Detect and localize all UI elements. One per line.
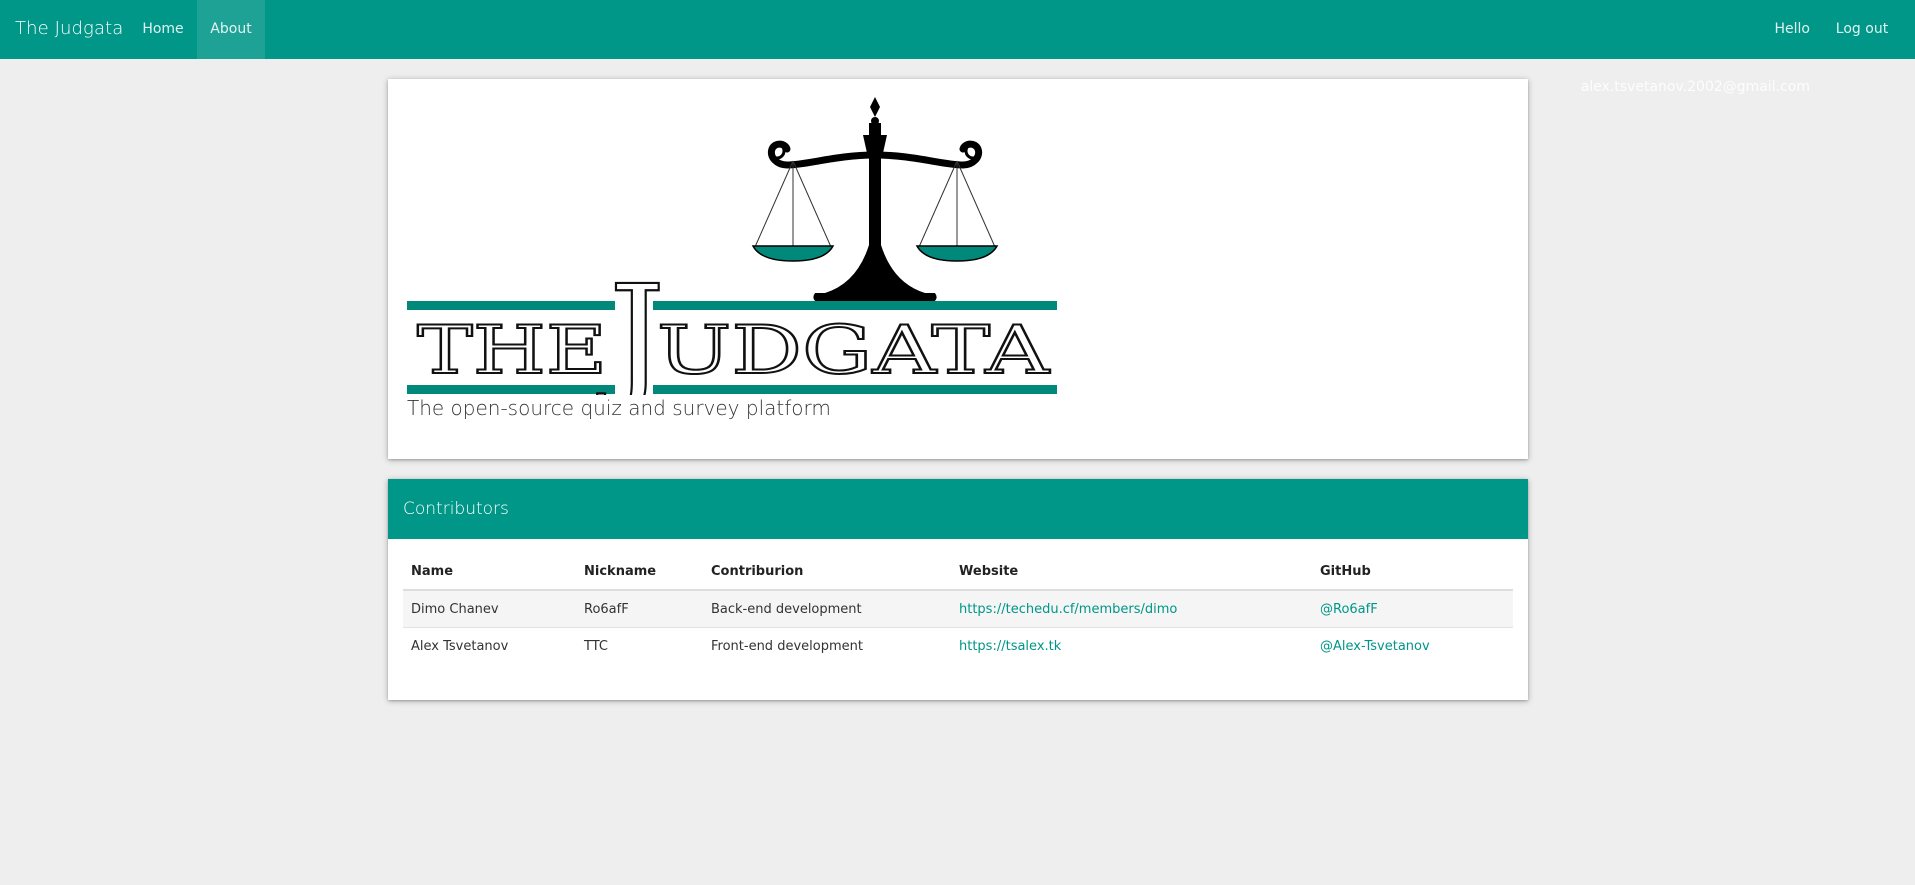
nav-about-link[interactable]: About — [197, 0, 265, 59]
github-link[interactable]: @Ro6afF — [1320, 602, 1378, 617]
column-header-name: Name — [403, 553, 576, 591]
column-header-website: Website — [951, 553, 1312, 591]
nav-home-link[interactable]: Home — [130, 0, 196, 59]
brand-link[interactable]: The Judgata — [15, 0, 123, 59]
column-header-nickname: Nickname — [576, 553, 703, 591]
cell-github: @Alex-Tsvetanov — [1312, 628, 1513, 665]
hero-card: THE UDGATA J The open-source quiz and su… — [388, 79, 1528, 459]
cell-name: Alex Tsvetanov — [411, 638, 509, 654]
column-header-github: GitHub — [1312, 553, 1513, 591]
cell-github: @Ro6afF — [1312, 590, 1513, 628]
svg-text:J: J — [597, 256, 665, 395]
user-greeting-link[interactable]: Hello alex.tsvetanov.2002@gmail.com — [1560, 0, 1810, 95]
svg-text:UDGATA: UDGATA — [657, 312, 1051, 389]
cell-contribution: Back-end development — [703, 590, 951, 628]
cell-nickname: Ro6afF — [576, 590, 703, 628]
cell-contribution: Front-end development — [711, 638, 863, 654]
website-link[interactable]: https://techedu.cf/members/dimo — [959, 602, 1177, 617]
svg-text:THE: THE — [417, 312, 607, 389]
table-row: Dimo Chanev Ro6afF Back-end development … — [403, 590, 1513, 628]
contributors-table: Name Nickname Contriburion Website GitHu… — [403, 553, 1513, 664]
cell-website: https://techedu.cf/members/dimo — [951, 590, 1312, 628]
tagline: The open-source quiz and survey platform — [407, 396, 831, 420]
github-link[interactable]: @Alex-Tsvetanov — [1320, 639, 1430, 654]
cell-name: Dimo Chanev — [403, 590, 576, 628]
table-row: Alex Tsvetanov TTC Front-end development… — [403, 628, 1513, 665]
contributors-card: Contributors Name Nickname Contriburion … — [388, 479, 1528, 700]
judgata-logo: THE UDGATA J — [407, 95, 1057, 420]
cell-nickname: TTC — [584, 638, 608, 654]
table-header-row: Name Nickname Contriburion Website GitHu… — [403, 553, 1513, 591]
scales-logo-icon: THE UDGATA J — [407, 97, 1057, 420]
contributors-heading: Contributors — [388, 479, 1528, 539]
logout-link[interactable]: Log out — [1822, 0, 1902, 59]
column-header-contribution: Contriburion — [703, 553, 951, 591]
navbar: The Judgata Home About Hello alex.tsveta… — [0, 0, 1915, 95]
website-link[interactable]: https://tsalex.tk — [959, 639, 1061, 654]
cell-website: https://tsalex.tk — [951, 628, 1312, 665]
